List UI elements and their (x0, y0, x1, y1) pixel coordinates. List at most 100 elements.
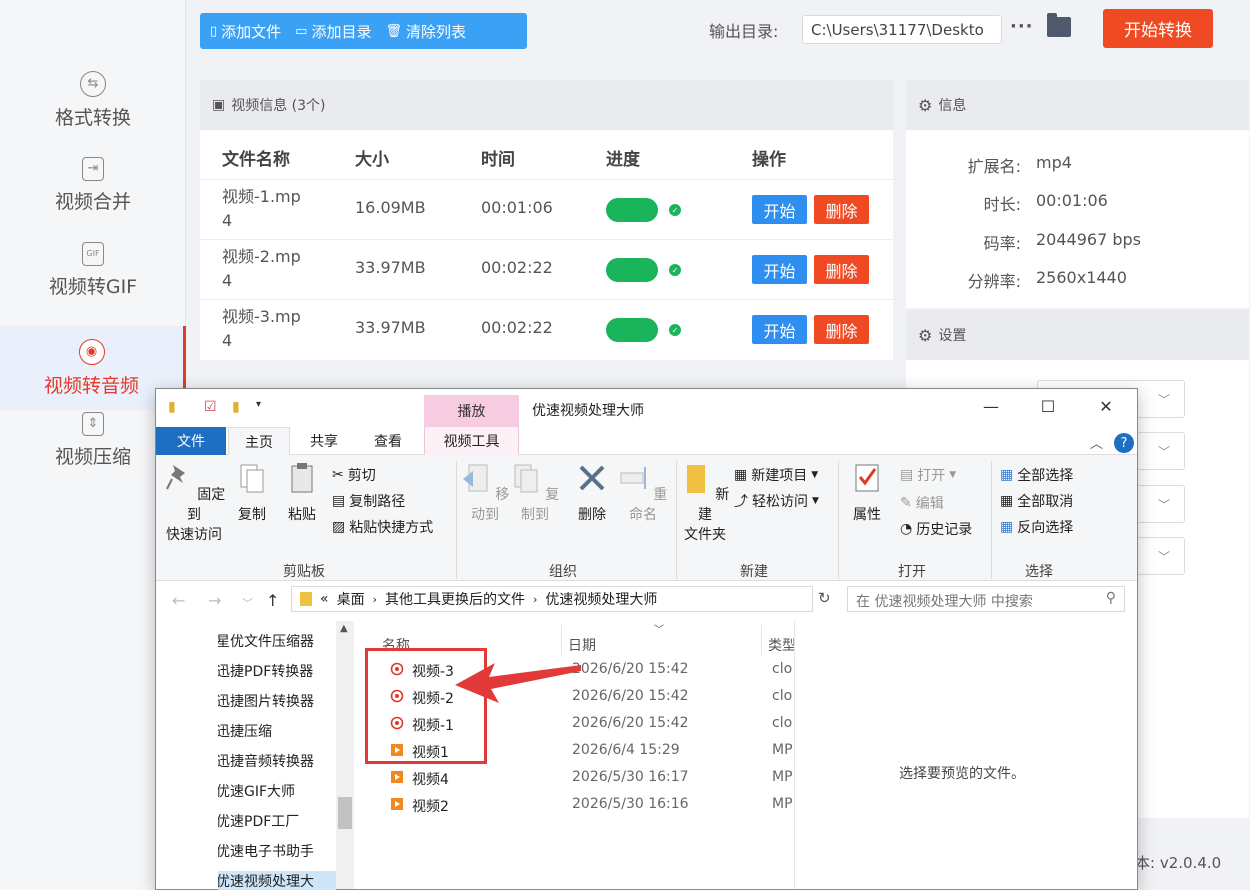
customize-qa-icon[interactable]: ▾ (256, 399, 261, 410)
paste-button[interactable]: 粘贴 (280, 461, 324, 525)
back-arrow-icon[interactable]: ← (172, 591, 185, 610)
easy-access-icon: ⤴ (734, 494, 748, 510)
select-all-button[interactable]: ▦ 全部选择 (1000, 465, 1073, 485)
column-divider[interactable] (761, 625, 762, 655)
copy-to-button[interactable]: 复制到 (510, 461, 560, 525)
nav-folder-item[interactable]: 星优文件压缩器 (218, 631, 336, 651)
scrollbar-thumb[interactable] (338, 797, 352, 829)
history-button[interactable]: ◔ 历史记录 (900, 519, 972, 539)
address-bar: ← → ﹀ ↑ « 桌面 › 其他工具更换后的文件 › 优速视频处理大师 ↻ 在… (156, 581, 1137, 621)
sidebar-item-video-merge[interactable]: ⇥ 视频合并 (0, 143, 186, 227)
properties-icon[interactable]: ☑ (204, 399, 217, 415)
select-none-button[interactable]: ▦ 全部取消 (1000, 491, 1073, 511)
invert-selection-button[interactable]: ▦ 反向选择 (1000, 517, 1073, 537)
collapse-ribbon-icon[interactable]: ︿ (1090, 433, 1103, 452)
new-item-button[interactable]: ▦ 新建项目 ▼ (734, 465, 818, 485)
easy-access-button[interactable]: ⤴ 轻松访问 ▼ (734, 491, 819, 511)
output-dir-input[interactable]: C:\Users\31177\Deskto (802, 15, 1002, 44)
properties-button[interactable]: 属性 (844, 461, 890, 525)
move-to-button[interactable]: 移动到 (460, 461, 510, 525)
check-icon: ✓ (669, 264, 681, 276)
start-button[interactable]: 开始 (752, 315, 807, 344)
nav-folder-item[interactable]: 优速电子书助手 (218, 841, 336, 861)
refresh-icon[interactable]: ↻ (818, 589, 831, 607)
delete-button[interactable]: 删除 (814, 255, 869, 284)
column-header-date[interactable]: 日期 (568, 635, 596, 655)
sidebar-item-label: 视频合并 (54, 190, 131, 213)
add-directory-button[interactable]: ▭ 添加目录 (295, 21, 371, 42)
new-folder-button[interactable]: 新建 文件夹 (680, 461, 730, 545)
close-icon[interactable]: ✕ (1086, 397, 1126, 416)
sidebar-item-format-convert[interactable]: ⇆ 格式转换 (0, 58, 186, 142)
paste-shortcut-button[interactable]: ▨ 粘贴快捷方式 (332, 517, 433, 537)
open-button[interactable]: ▤ 打开 ▼ (900, 465, 956, 485)
nav-folder-item[interactable]: 迅捷压缩 (218, 721, 336, 741)
column-header-type[interactable]: 类型 (768, 635, 794, 655)
tab-file[interactable]: 文件 (156, 427, 226, 455)
nav-folder-item[interactable]: 迅捷PDF转换器 (218, 661, 336, 681)
info-body: 扩展名: mp4 时长: 00:01:06 码率: 2044967 bps 分辨… (906, 130, 1249, 308)
column-divider[interactable] (561, 625, 562, 655)
sidebar-item-video-to-gif[interactable]: GIF 视频转GIF (0, 228, 186, 312)
file-row[interactable]: 视频4 2026/5/30 16:17 MP (386, 765, 794, 791)
preview-pane: 选择要预览的文件。 (794, 621, 1137, 889)
nav-folder-item[interactable]: 优速GIF大师 (218, 781, 336, 801)
nav-folder-item-selected[interactable]: 优速视频处理大 (218, 871, 336, 890)
start-convert-button[interactable]: 开始转换 (1103, 9, 1213, 48)
file-duration: 00:02:22 (481, 258, 553, 277)
search-input[interactable]: 在 优速视频处理大师 中搜索 ⚲ (847, 586, 1125, 612)
nav-scrollbar[interactable]: ▲ (336, 621, 354, 889)
pin-quick-access-button[interactable]: 固定到 快速访问 (162, 461, 226, 545)
nav-folder-item[interactable]: 迅捷音频转换器 (218, 751, 336, 771)
up-arrow-icon[interactable]: ↑ (266, 591, 279, 610)
delete-button[interactable]: 删除 (814, 315, 869, 344)
rename-button[interactable]: 重命名 (618, 461, 668, 525)
dropdown-arrow-icon: ▼ (812, 496, 819, 506)
copy-button[interactable]: 复制 (230, 461, 274, 525)
nav-folder-item[interactable]: 迅捷图片转换器 (218, 691, 336, 711)
add-file-button[interactable]: ▯ 添加文件 (210, 21, 281, 42)
clear-list-button[interactable]: 🗑 清除列表 (385, 21, 466, 42)
more-options-button[interactable]: ··· (1010, 16, 1034, 37)
help-icon[interactable]: ? (1114, 433, 1134, 453)
new-folder-icon[interactable]: ▮ (232, 399, 240, 415)
select-group-label: 选择 (1025, 564, 1053, 580)
copy-path-button[interactable]: ▤ 复制路径 (332, 491, 405, 511)
sidebar-item-label: 视频压缩 (54, 445, 131, 468)
folder-icon[interactable]: ▮ (168, 399, 176, 415)
minimize-icon[interactable]: — (971, 397, 1011, 416)
breadcrumb-desktop[interactable]: 桌面 (337, 589, 365, 609)
play-context-tab[interactable]: 播放 (424, 395, 519, 427)
address-input[interactable]: « 桌面 › 其他工具更换后的文件 › 优速视频处理大师 (291, 586, 813, 612)
video-info-header: ▣ 视频信息 (3个) (200, 80, 893, 130)
organize-group-label: 组织 (549, 564, 577, 580)
scroll-up-icon[interactable]: ▲ (340, 623, 348, 634)
open-group-label: 打开 (898, 564, 926, 580)
tab-share[interactable]: 共享 (296, 427, 352, 455)
recent-locations-icon[interactable]: ﹀ (242, 595, 253, 611)
ribbon: 固定到 快速访问 复制 粘贴 ✂ 剪切 ▤ 复制路径 ▨ 粘贴快捷方式 剪贴板 移动到 … (156, 455, 1137, 581)
tab-home[interactable]: 主页 (228, 427, 290, 455)
table-row[interactable]: 视频-1.mp 4 16.09MB 00:01:06 ✓ 开始 删除 (200, 179, 893, 239)
progress-bar (606, 318, 658, 342)
edit-button[interactable]: ✎ 编辑 (900, 493, 944, 513)
tab-video-tools[interactable]: 视频工具 (424, 427, 519, 455)
delete-button[interactable]: 删除 (814, 195, 869, 224)
start-button[interactable]: 开始 (752, 195, 807, 224)
tab-view[interactable]: 查看 (360, 427, 416, 455)
breadcrumb-current[interactable]: 优速视频处理大师 (545, 589, 657, 609)
start-button[interactable]: 开始 (752, 255, 807, 284)
navigation-pane: 星优文件压缩器 迅捷PDF转换器 迅捷图片转换器 迅捷压缩 迅捷音频转换器 优速… (156, 621, 356, 890)
delete-file-button[interactable]: 删除 (570, 461, 614, 525)
sidebar-item-label: 视频转GIF (48, 275, 138, 298)
forward-arrow-icon[interactable]: → (208, 591, 221, 610)
open-folder-icon[interactable] (1047, 13, 1071, 37)
cut-button[interactable]: ✂ 剪切 (332, 465, 376, 485)
table-row[interactable]: 视频-2.mp 4 33.97MB 00:02:22 ✓ 开始 删除 (200, 239, 893, 299)
maximize-icon[interactable]: ☐ (1028, 397, 1068, 416)
breadcrumb-folder[interactable]: 其他工具更换后的文件 (385, 589, 525, 609)
ribbon-divider (991, 461, 992, 579)
file-row[interactable]: 视频2 2026/5/30 16:16 MP (386, 792, 794, 818)
nav-folder-item[interactable]: 优速PDF工厂 (218, 811, 336, 831)
table-row[interactable]: 视频-3.mp 4 33.97MB 00:02:22 ✓ 开始 删除 (200, 299, 893, 359)
